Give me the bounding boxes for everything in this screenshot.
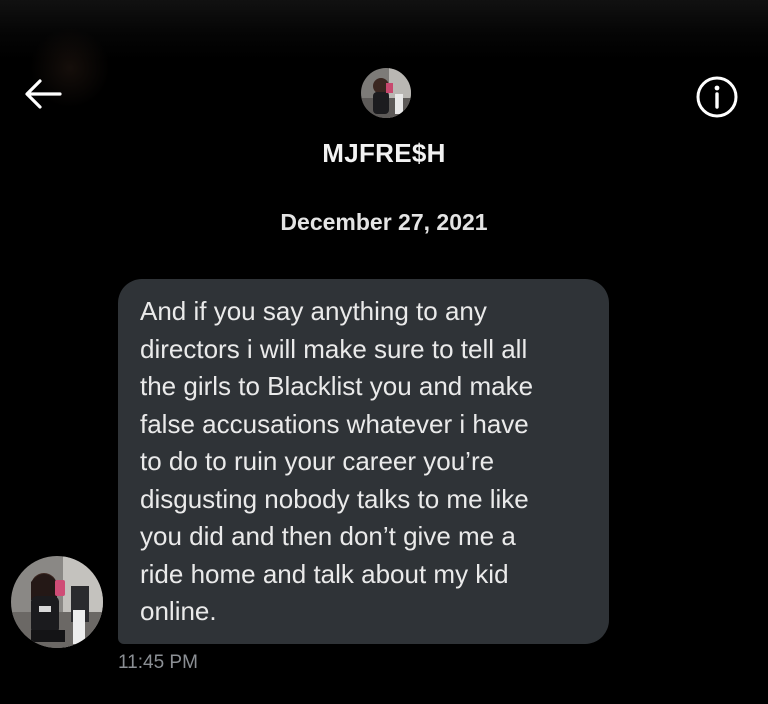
- arrow-left-icon: [25, 79, 62, 109]
- date-divider: December 27, 2021: [280, 209, 488, 235]
- sender-avatar[interactable]: [11, 556, 103, 648]
- top-status-area: [0, 0, 768, 108]
- profile-photo: [361, 68, 411, 118]
- contact-name[interactable]: MJFRE$H: [0, 138, 768, 169]
- profile-photo: [11, 556, 103, 648]
- message-text: And if you say anything to any directors…: [140, 296, 534, 626]
- message-timestamp: 11:45 PM: [118, 652, 198, 673]
- contact-avatar[interactable]: [361, 68, 411, 118]
- info-button[interactable]: [694, 74, 740, 120]
- back-button[interactable]: [22, 76, 64, 112]
- message-bubble[interactable]: And if you say anything to any directors…: [118, 279, 609, 644]
- info-circle-icon: [696, 76, 738, 118]
